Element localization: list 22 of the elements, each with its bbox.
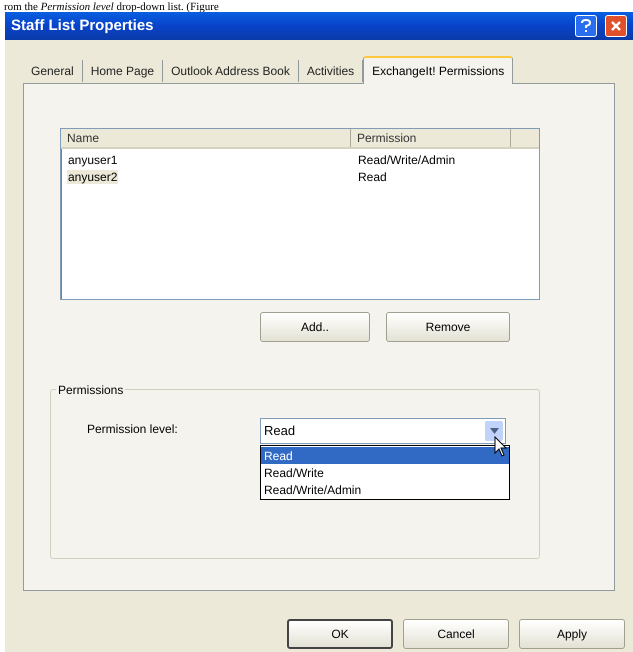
tab[interactable]: ExchangeIt! Permissions: [363, 56, 514, 84]
table-cell: Read: [357, 170, 388, 184]
dialog-button[interactable]: OK: [287, 619, 393, 649]
dialog-button[interactable]: Cancel: [403, 619, 509, 649]
window-title: Staff List Properties: [11, 16, 155, 36]
table-cell: anyuser1: [67, 152, 118, 166]
dropdown-option[interactable]: Read/Write: [261, 464, 509, 481]
column-header[interactable]: Permission: [351, 129, 511, 147]
field-label: Permission level:: [87, 421, 178, 438]
dropdown-field[interactable]: Read: [260, 418, 506, 444]
remove-button[interactable]: Remove: [386, 312, 510, 342]
caption-text: rom the Permission level drop-down list. (Figure: [4, 1, 219, 12]
dropdown-option[interactable]: Read/Write/Admin: [261, 481, 509, 498]
dialog-button[interactable]: Apply: [519, 619, 625, 649]
tab[interactable]: Home Page: [82, 60, 164, 82]
column-header[interactable]: Name: [61, 129, 351, 147]
close-icon[interactable]: [605, 15, 627, 37]
table-cell: Read/Write/Admin: [357, 152, 456, 166]
add-button[interactable]: Add..: [260, 312, 370, 342]
dropdown-option[interactable]: Read: [261, 447, 509, 464]
table-cell: anyuser2: [67, 170, 118, 184]
help-icon[interactable]: [575, 15, 597, 37]
